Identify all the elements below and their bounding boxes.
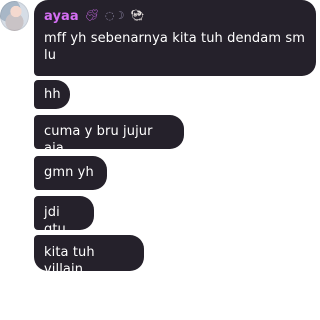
ram-icon: 🐏︎ xyxy=(130,9,145,22)
message-bubble[interactable]: ayaa 💞︎ ◌☽ 🐏︎ mff yh sebenarnya kita tuh… xyxy=(34,0,316,76)
sender-header: ayaa 💞︎ ◌☽ 🐏︎ xyxy=(44,8,306,24)
ribbon-heart-icon: 💞︎ xyxy=(84,9,99,22)
message-bubble[interactable]: jdi gtu xyxy=(34,196,94,237)
avatar[interactable] xyxy=(0,1,29,31)
message-bubble[interactable]: hh xyxy=(34,80,70,109)
message-text: hh xyxy=(44,87,61,102)
message-bubble[interactable]: cuma y bru jujur aja xyxy=(34,115,184,156)
chat-thread: ayaa 💞︎ ◌☽ 🐏︎ mff yh sebenarnya kita tuh… xyxy=(0,0,316,320)
message-bubble[interactable]: gmn yh xyxy=(34,156,107,190)
sender-name[interactable]: ayaa xyxy=(44,8,79,25)
message-text: jdi gtu xyxy=(44,205,66,237)
crescent-moon-icon: ◌☽ xyxy=(104,9,125,22)
message-text: kita tuh villain xyxy=(44,245,95,277)
message-text: mff yh sebenarnya kita tuh dendam sm lu xyxy=(44,31,305,63)
message-text: cuma y bru jujur aja xyxy=(44,124,153,156)
message-bubble[interactable]: kita tuh villain xyxy=(34,235,144,277)
message-text: gmn yh xyxy=(44,165,94,180)
